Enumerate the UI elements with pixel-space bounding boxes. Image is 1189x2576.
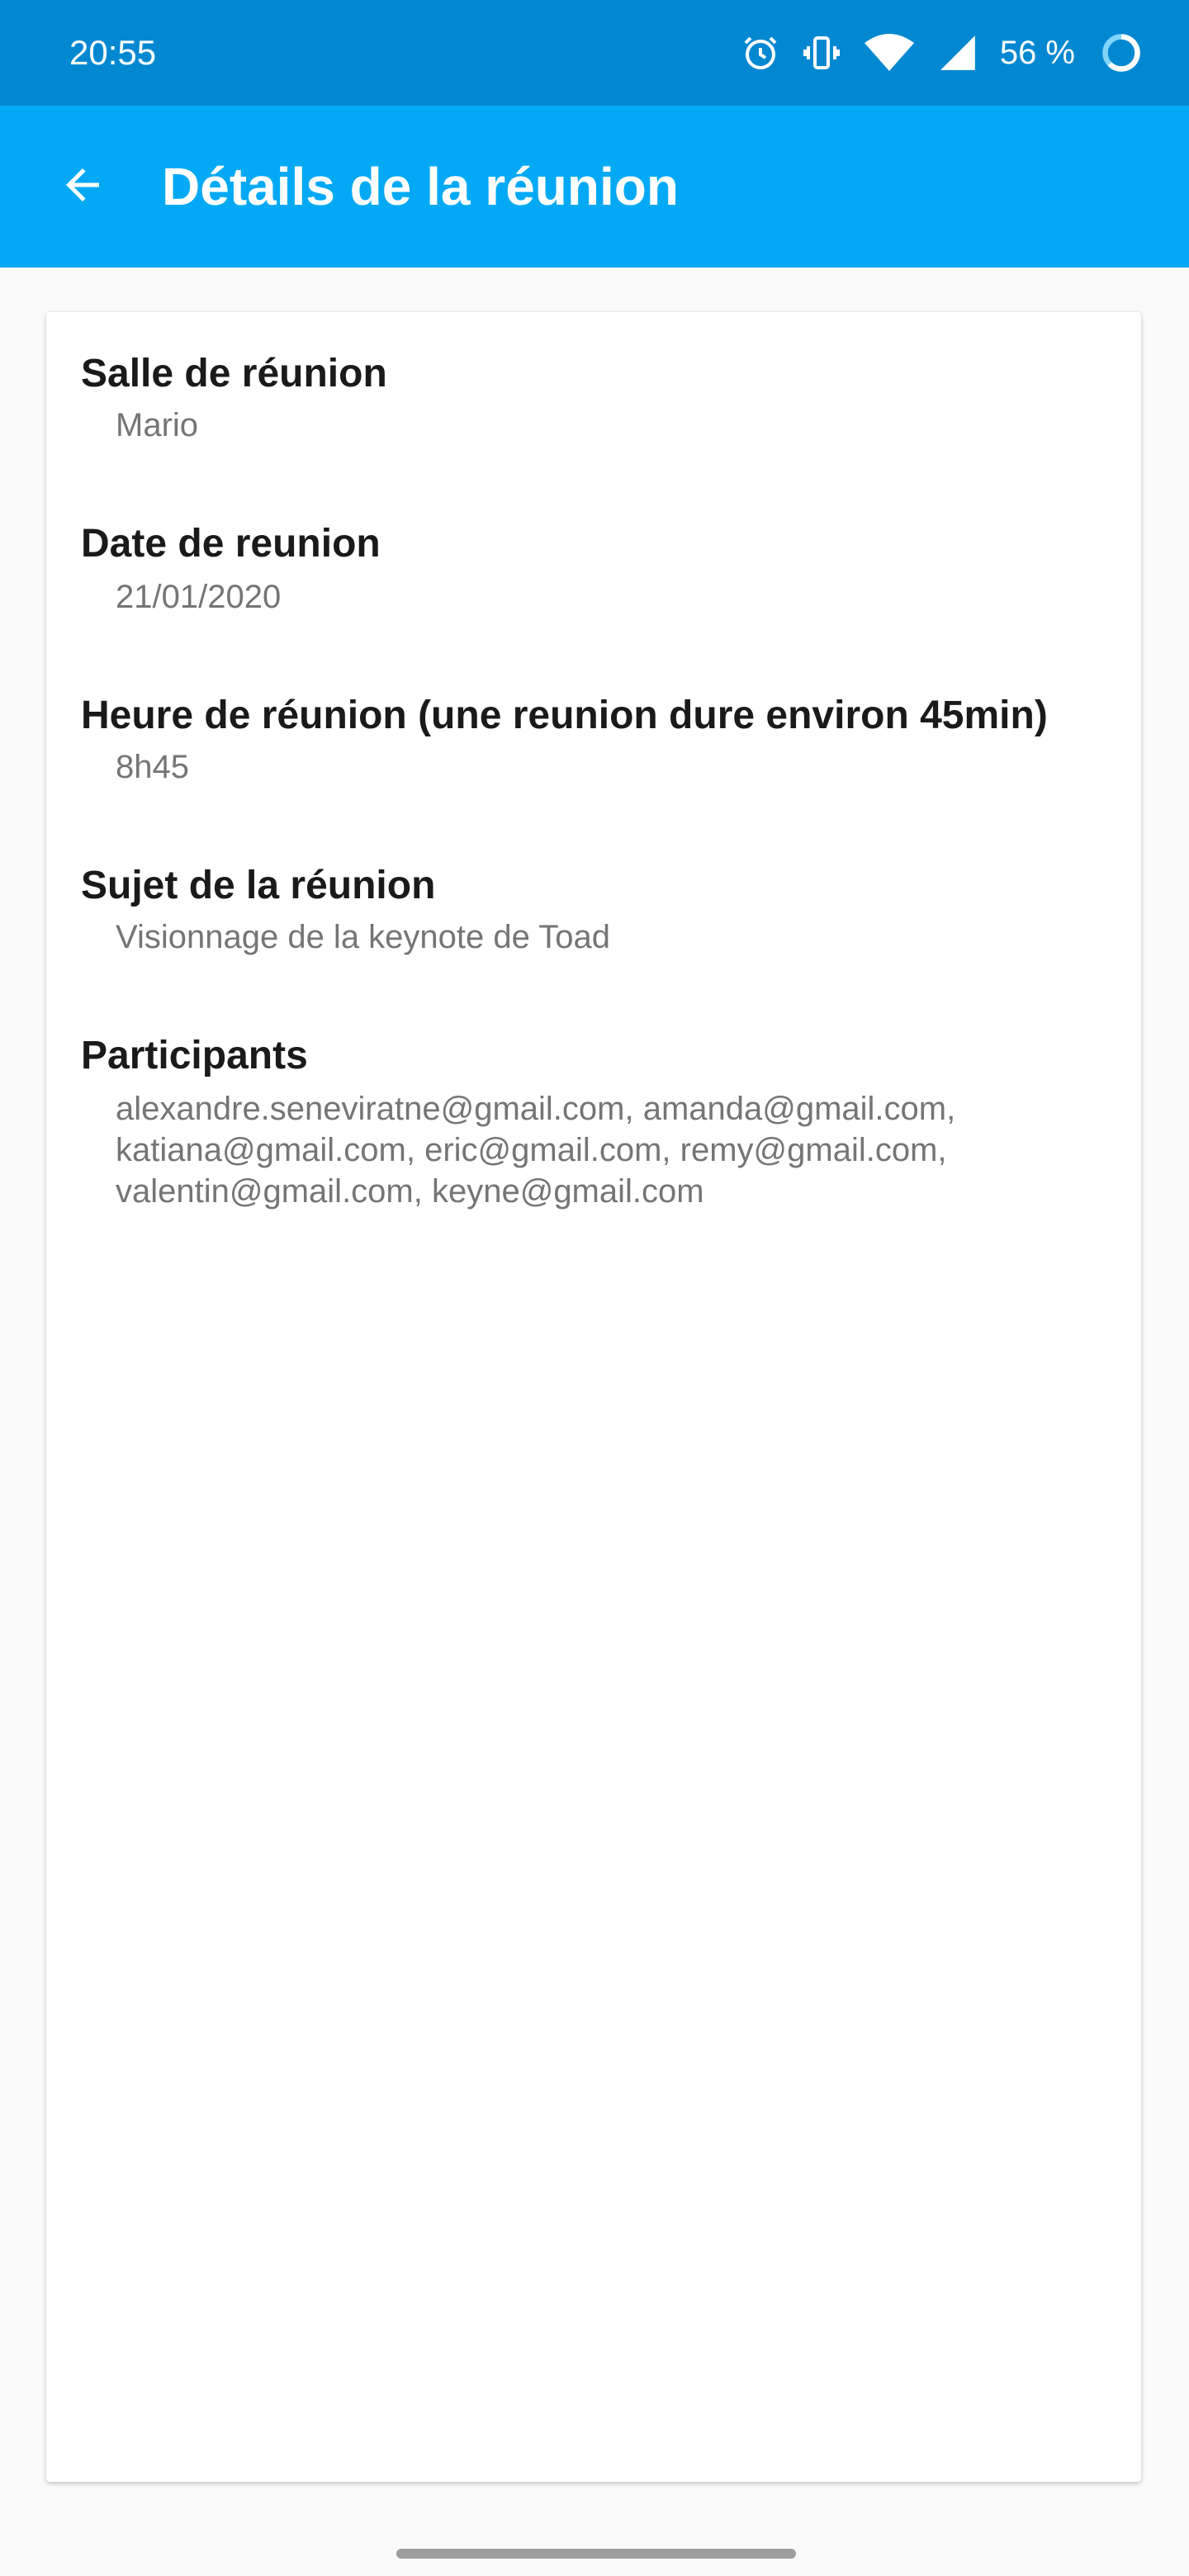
- room-label: Salle de réunion: [81, 352, 387, 395]
- participants-line-1: alexandre.seneviratne@gmail.com, amanda@…: [116, 1091, 956, 1127]
- gesture-nav-handle[interactable]: [396, 2549, 796, 2559]
- status-bar: 20:55 56 %: [0, 0, 1189, 106]
- participants-line-2: katiana@gmail.com, eric@gmail.com, remy@…: [116, 1132, 947, 1168]
- page-title: Détails de la réunion: [162, 157, 679, 216]
- date-value: 21/01/2020: [116, 579, 282, 615]
- subject-value: Visionnage de la keynote de Toad: [116, 919, 611, 955]
- app-bar: Détails de la réunion: [0, 106, 1189, 268]
- meeting-details-card: Salle de réunion Mario Date de reunion 2…: [46, 312, 1141, 2482]
- vibrate-icon: [802, 33, 841, 73]
- participants-label: Participants: [81, 1034, 308, 1077]
- arrow-back-icon: [58, 160, 107, 214]
- date-label: Date de reunion: [81, 522, 381, 566]
- wifi-icon: [863, 31, 916, 74]
- time-label: Heure de réunion (une reunion dure envir…: [81, 694, 1048, 737]
- alarm-icon: [741, 33, 780, 73]
- status-time: 20:55: [69, 33, 157, 72]
- room-value: Mario: [116, 407, 199, 443]
- signal-icon: [937, 32, 978, 73]
- participants-line-3: valentin@gmail.com, keyne@gmail.com: [116, 1173, 704, 1210]
- back-button[interactable]: [43, 147, 122, 226]
- time-value: 8h45: [116, 749, 189, 785]
- battery-percentage: 56 %: [999, 35, 1075, 71]
- status-icons: 56 %: [741, 25, 1143, 81]
- battery-icon: [1100, 31, 1143, 74]
- subject-label: Sujet de la réunion: [81, 864, 436, 907]
